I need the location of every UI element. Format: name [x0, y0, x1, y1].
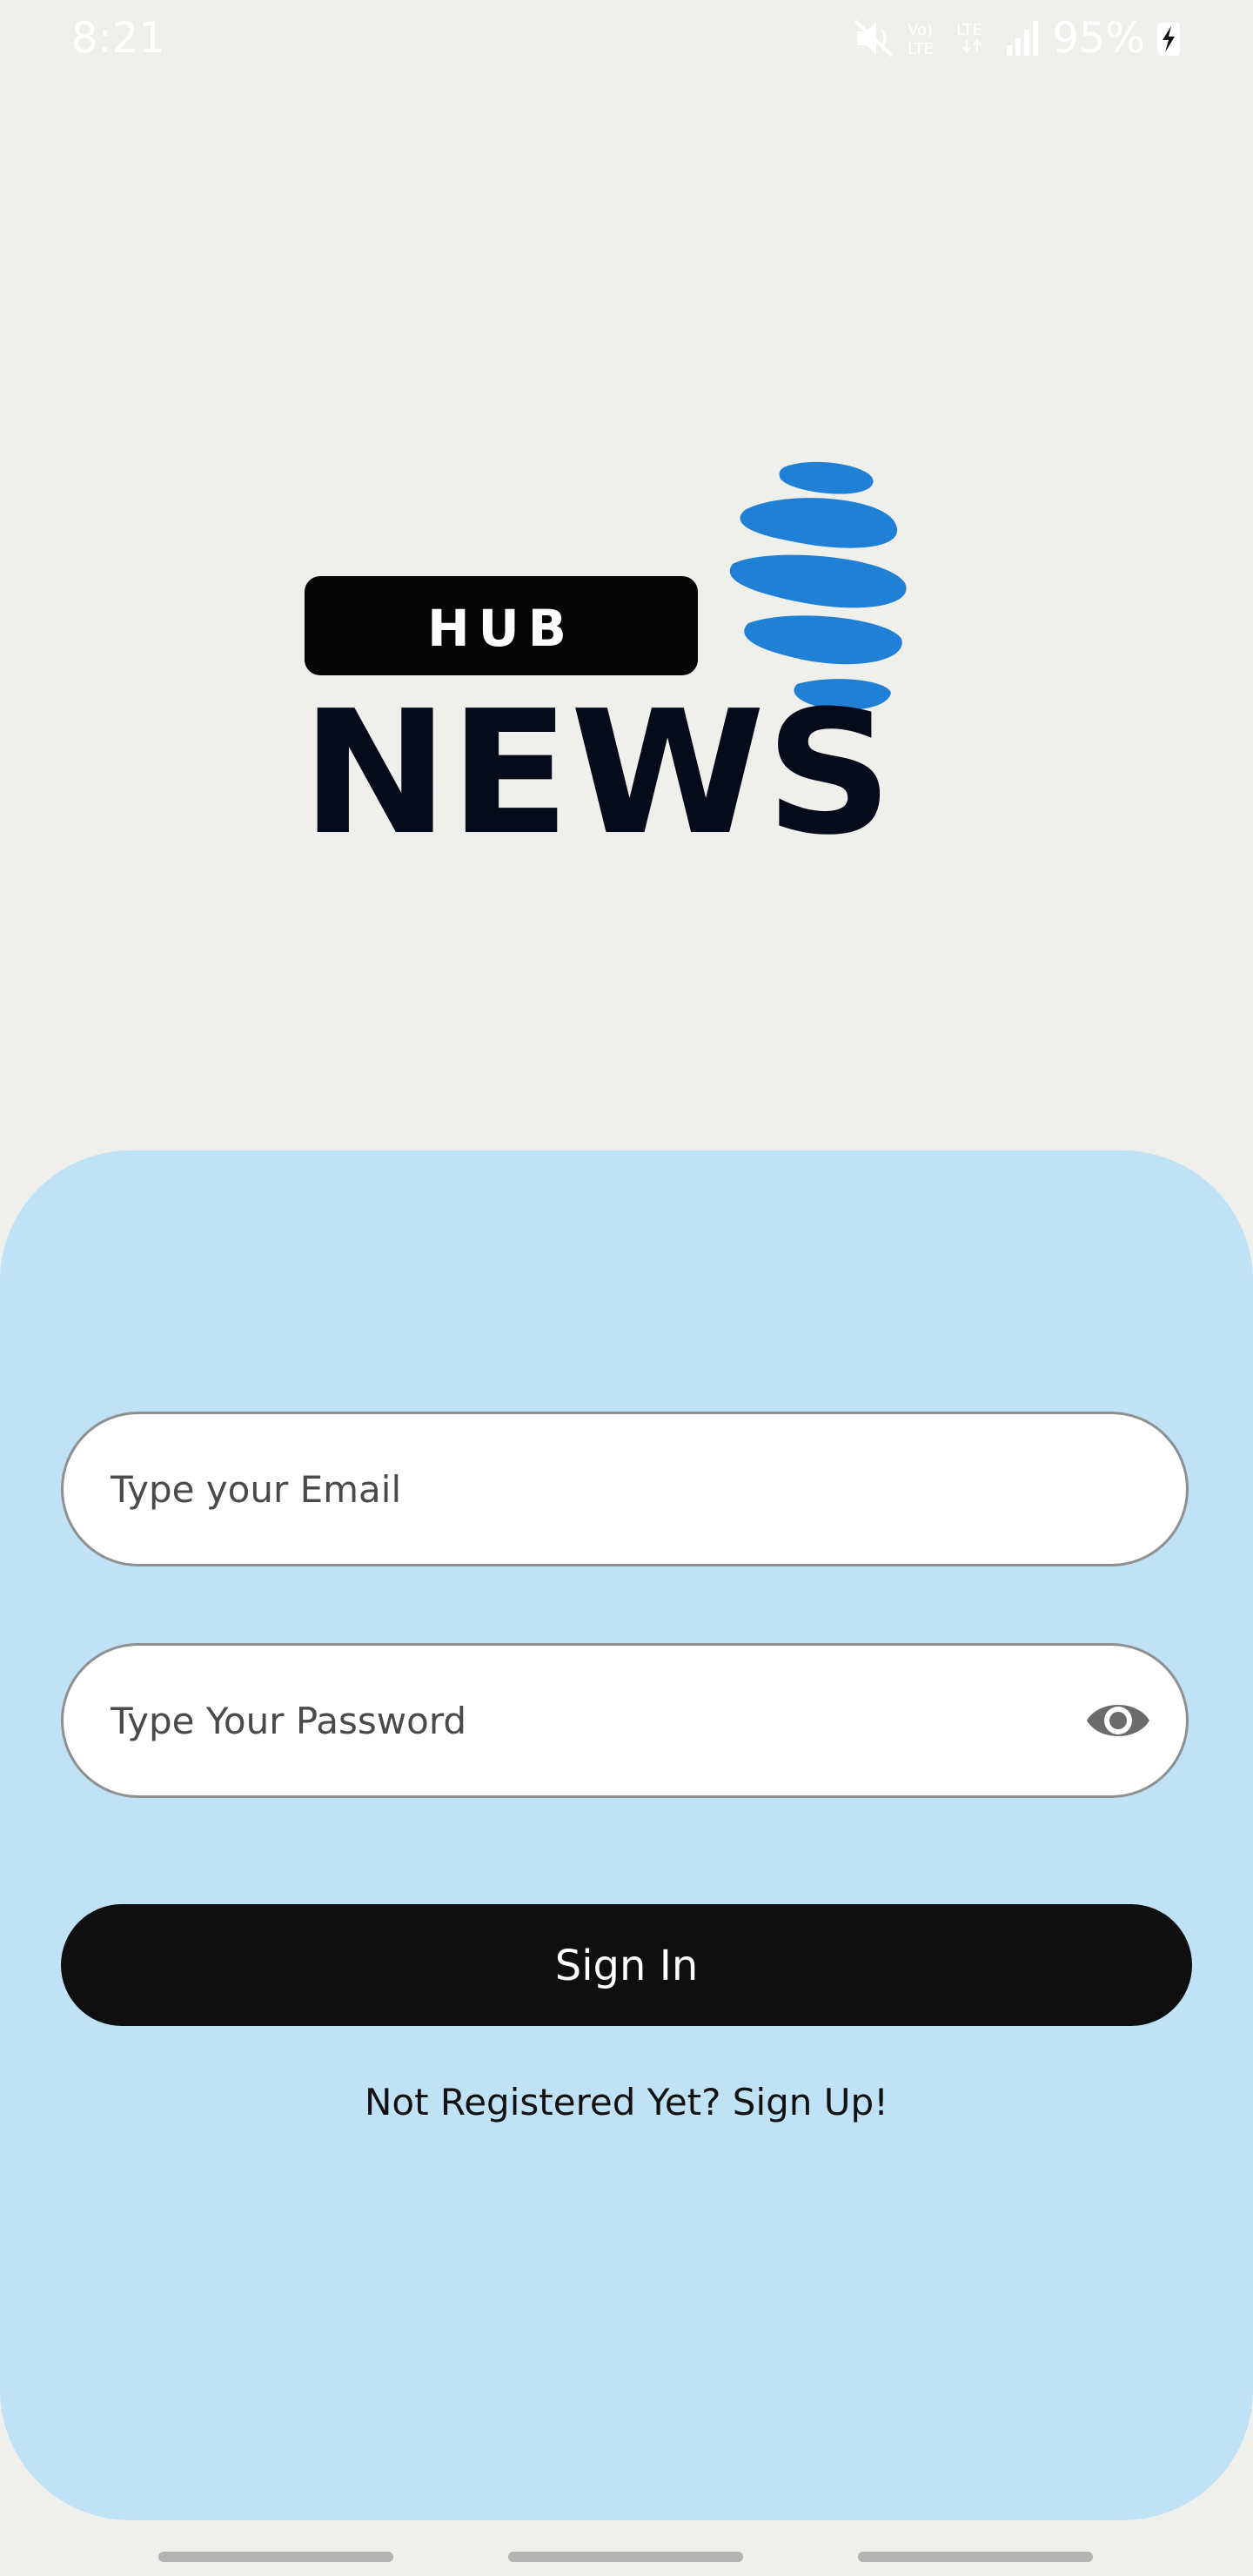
logo-wordmark: NEWS: [301, 674, 893, 853]
status-icons: Vo) LTE LTE 95%: [854, 9, 1182, 68]
nav-back-handle[interactable]: [158, 2552, 393, 2562]
battery-charging-icon: [1156, 19, 1182, 57]
volte-icon: Vo) LTE: [906, 17, 944, 59]
globe-icon: [729, 461, 907, 710]
email-field-container: [61, 1412, 1189, 1566]
status-bar: 8:21 Vo) LTE LTE 95%: [0, 0, 1253, 77]
lte-icon: LTE: [955, 17, 993, 59]
nav-home-handle[interactable]: [508, 2552, 743, 2562]
nav-recents-handle[interactable]: [858, 2552, 1093, 2562]
sign-in-button[interactable]: Sign In: [61, 1904, 1192, 2026]
app-logo: HUB NEWS: [296, 453, 957, 873]
password-input[interactable]: [111, 1646, 1068, 1795]
email-input[interactable]: [111, 1414, 1068, 1564]
signal-icon: [1003, 19, 1042, 57]
show-password-icon[interactable]: [1083, 1691, 1153, 1750]
battery-percent: 95%: [1052, 14, 1145, 63]
svg-text:LTE: LTE: [908, 40, 934, 58]
mute-icon: [854, 19, 895, 57]
status-time: 8:21: [71, 14, 165, 63]
navigation-bar: [0, 2541, 1253, 2576]
password-field-container: [61, 1643, 1189, 1798]
svg-text:LTE: LTE: [956, 21, 982, 39]
svg-text:Vo): Vo): [908, 21, 933, 39]
login-panel: [0, 1150, 1253, 2520]
logo-tag: HUB: [427, 599, 575, 658]
sign-up-link[interactable]: Not Registered Yet? Sign Up!: [0, 2076, 1253, 2129]
